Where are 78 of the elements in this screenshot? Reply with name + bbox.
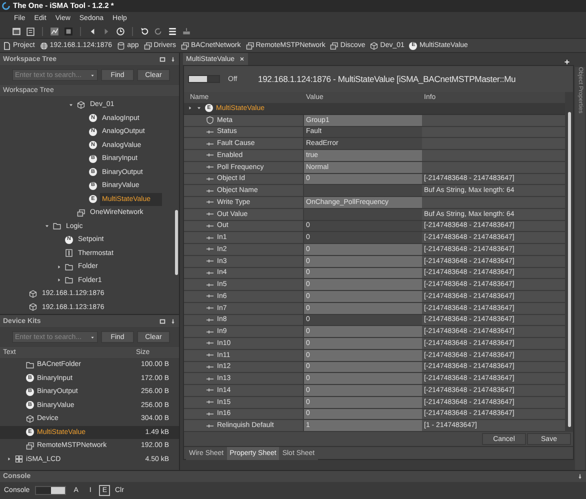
page-icon [3, 42, 11, 50]
expand-arrow-icon[interactable] [56, 264, 62, 270]
layers-icon [246, 42, 254, 50]
globe-icon [40, 42, 48, 50]
forward-icon[interactable] [102, 26, 111, 36]
slot-pin-icon [206, 210, 214, 218]
slot-pin-icon [206, 362, 214, 371]
layers-icon [77, 208, 85, 217]
slot-pin-icon [206, 128, 214, 136]
back-icon[interactable] [88, 26, 97, 36]
scrollbar-thumb[interactable] [174, 210, 178, 275]
folder-icon [26, 360, 34, 369]
slot-pin-icon [206, 410, 214, 418]
chip-icon[interactable] [64, 26, 73, 36]
pin-icon [170, 56, 176, 62]
shield-icon [206, 116, 214, 124]
slot-pin-icon [206, 151, 214, 160]
slot-pin-icon [206, 328, 214, 336]
toggle-switch[interactable] [34, 486, 66, 495]
slot-pin-icon [206, 386, 214, 394]
cube-icon [77, 100, 85, 109]
maximize-icon [159, 56, 166, 62]
list-icon[interactable] [168, 26, 177, 36]
slot-pin-icon [206, 198, 214, 206]
folder-icon [53, 222, 61, 230]
layers-icon [330, 42, 338, 50]
pin-icon [577, 473, 583, 480]
chart-icon[interactable] [50, 26, 59, 36]
object-title: 192.168.1.124:1876 - MultiStateValue [iSMA_BACnetMSTPMaster::Mu [258, 74, 516, 84]
slot-pin-icon [206, 174, 214, 183]
layers-icon [144, 42, 152, 50]
slot-pin-icon [206, 339, 214, 348]
slot-pin-icon [206, 257, 214, 266]
slot-pin-icon [206, 140, 214, 148]
slot-pin-icon [206, 245, 214, 254]
add-icon [564, 59, 570, 65]
drive-icon[interactable] [182, 26, 191, 36]
slot-pin-icon [206, 163, 214, 172]
scrollbar-thumb[interactable] [568, 112, 570, 427]
close-icon [238, 56, 245, 62]
thermometer-icon [65, 249, 73, 258]
cube-icon [26, 414, 34, 423]
toggle-switch[interactable] [188, 75, 220, 83]
grid-icon [15, 455, 23, 464]
slot-pin-icon [206, 292, 214, 300]
redo-icon[interactable] [154, 26, 163, 36]
layers-icon [26, 442, 34, 450]
slot-pin-icon [206, 304, 214, 312]
clipboard-icon[interactable] [26, 26, 35, 36]
undo-icon[interactable] [140, 26, 149, 36]
expand-arrow-icon [187, 105, 193, 112]
history-icon[interactable] [116, 26, 125, 36]
dropdown-caret-icon [90, 72, 95, 78]
cube-icon [29, 290, 37, 298]
layers-icon [180, 42, 189, 50]
slot-pin-icon [206, 222, 214, 230]
cube-icon [29, 303, 37, 312]
slot-pin-icon [206, 280, 214, 289]
expand-arrow-icon[interactable] [6, 456, 12, 462]
slot-pin-icon [206, 316, 214, 324]
collapse-arrow-icon [196, 105, 202, 112]
collapse-arrow-icon[interactable] [68, 102, 74, 108]
slot-pin-icon [206, 186, 214, 195]
slot-pin-icon [206, 268, 214, 277]
expand-arrow-icon[interactable] [56, 277, 62, 284]
slot-pin-icon [206, 374, 214, 383]
cube-icon [370, 42, 378, 50]
dropdown-caret-icon [90, 334, 95, 340]
slot-pin-icon [206, 351, 214, 360]
app-logo-icon [2, 2, 10, 10]
maximize-icon [159, 318, 166, 324]
window-icon[interactable] [12, 26, 21, 36]
pin-icon [170, 318, 176, 324]
database-icon [117, 42, 126, 50]
slot-pin-icon [206, 422, 214, 430]
collapse-arrow-icon[interactable] [44, 223, 50, 230]
slot-pin-icon [206, 234, 214, 242]
slot-pin-icon [206, 398, 214, 406]
